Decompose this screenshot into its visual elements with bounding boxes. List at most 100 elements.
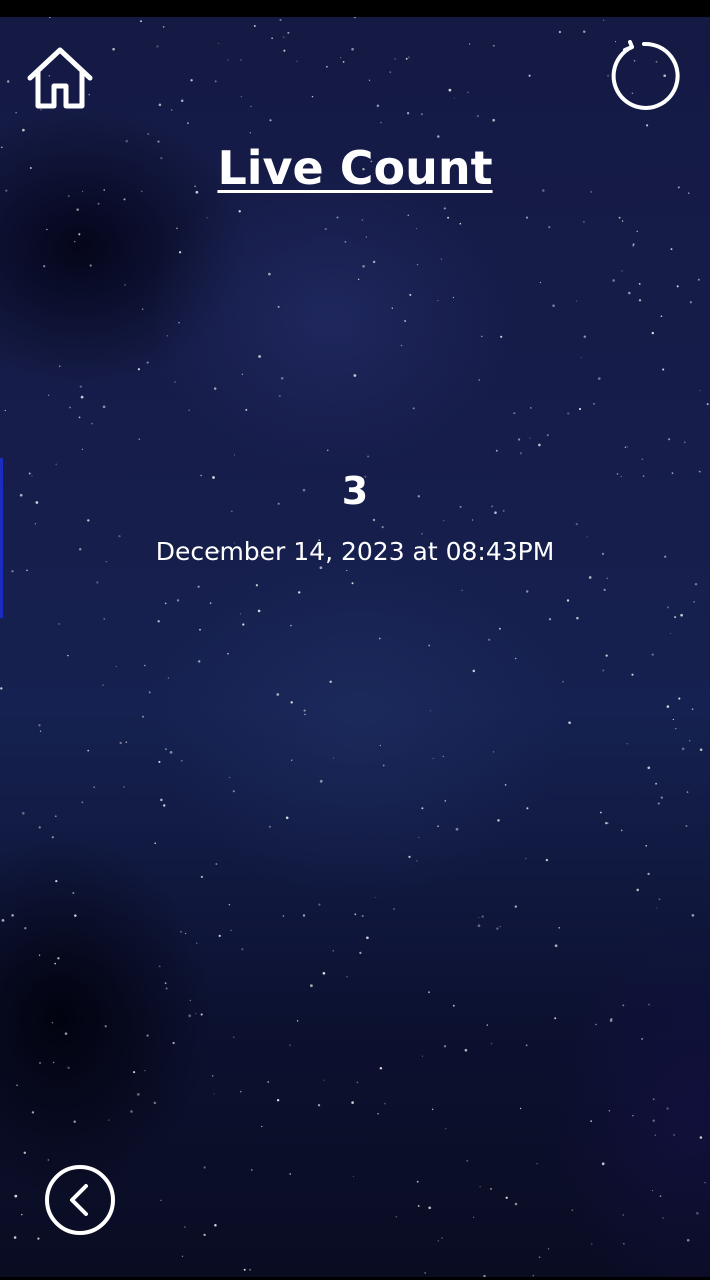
star (119, 741, 122, 745)
star (496, 927, 499, 930)
star (566, 599, 570, 602)
star (215, 863, 218, 865)
star (93, 786, 95, 788)
star (622, 1004, 625, 1007)
star (67, 1066, 70, 1070)
star (583, 335, 586, 338)
star (538, 1256, 541, 1259)
star (675, 727, 677, 730)
star (57, 957, 60, 960)
star (213, 387, 217, 390)
star (81, 448, 83, 450)
star (492, 44, 495, 47)
star (654, 1134, 657, 1137)
star (22, 128, 25, 132)
star (276, 693, 280, 696)
star (280, 377, 284, 380)
star (382, 764, 385, 767)
star (681, 747, 685, 751)
star (102, 405, 106, 409)
star (13, 1236, 17, 1239)
star (160, 798, 163, 802)
star (514, 657, 517, 660)
star (200, 875, 203, 878)
star (513, 412, 516, 415)
star (443, 519, 445, 522)
star (123, 198, 126, 201)
star (638, 282, 641, 285)
star (170, 109, 173, 111)
star (250, 105, 252, 108)
star (124, 284, 126, 286)
star (452, 1004, 455, 1007)
star (271, 37, 273, 40)
star (655, 782, 658, 785)
star (178, 251, 182, 254)
star (245, 408, 248, 411)
star (141, 308, 144, 310)
star (241, 373, 244, 376)
star (606, 577, 609, 580)
star (479, 1186, 481, 1188)
star (658, 898, 661, 901)
star (78, 233, 81, 236)
star (525, 216, 529, 219)
stars-layer (0, 17, 709, 1277)
star (691, 708, 694, 711)
star (694, 582, 698, 586)
star (528, 74, 531, 77)
star (323, 1079, 325, 1081)
star (310, 984, 313, 988)
star (169, 751, 173, 754)
star (351, 1101, 354, 1104)
star (276, 1098, 280, 1102)
star (638, 299, 642, 302)
star (447, 216, 450, 219)
star (645, 844, 648, 847)
star (227, 652, 229, 655)
star (696, 1211, 699, 1215)
star (418, 837, 420, 838)
star (621, 220, 624, 222)
refresh-icon (611, 40, 680, 110)
star (87, 519, 90, 522)
star (452, 296, 454, 299)
star (311, 95, 314, 98)
star (554, 1017, 557, 1020)
home-button[interactable] (26, 46, 94, 110)
live-count-screen: Live Count 3 December 14, 2023 at 08:43P… (0, 0, 710, 1280)
star (23, 1151, 26, 1154)
star (214, 1223, 217, 1227)
star (529, 437, 531, 439)
star (407, 214, 410, 217)
star (213, 1093, 215, 1095)
star (327, 449, 329, 451)
refresh-button[interactable] (608, 38, 684, 114)
star (51, 1021, 54, 1024)
star (525, 1044, 528, 1047)
star (339, 56, 342, 59)
star (176, 227, 178, 230)
star (461, 589, 463, 592)
live-count-value: 3 (341, 469, 369, 513)
star (156, 45, 159, 48)
star (562, 680, 564, 683)
star (437, 1240, 439, 1242)
star (514, 1202, 518, 1206)
star (478, 917, 480, 919)
star (472, 669, 476, 673)
star (632, 243, 635, 246)
star (228, 903, 231, 906)
star (381, 525, 384, 529)
back-button[interactable] (44, 1164, 116, 1236)
star (15, 112, 17, 114)
star (602, 669, 605, 672)
star (490, 1187, 492, 1190)
star (229, 777, 231, 779)
star (336, 216, 339, 219)
star (47, 1159, 49, 1161)
star (172, 1041, 175, 1045)
star (669, 632, 671, 635)
star (51, 836, 54, 839)
star (289, 1044, 291, 1046)
